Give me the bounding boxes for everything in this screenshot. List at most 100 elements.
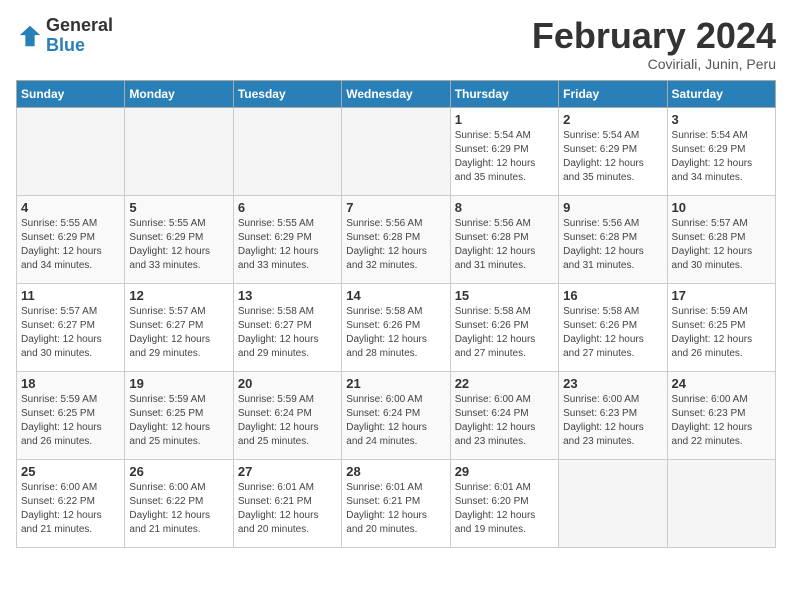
day-number: 20 xyxy=(238,376,337,391)
calendar-table: SundayMondayTuesdayWednesdayThursdayFrid… xyxy=(16,80,776,548)
calendar-cell: 11 Sunrise: 5:57 AM Sunset: 6:27 PM Dayli… xyxy=(17,283,125,371)
calendar-cell: 17 Sunrise: 5:59 AM Sunset: 6:25 PM Dayli… xyxy=(667,283,775,371)
header-cell-tuesday: Tuesday xyxy=(233,80,341,107)
day-number: 29 xyxy=(455,464,554,479)
day-info: Sunrise: 6:00 AM Sunset: 6:24 PM Dayligh… xyxy=(346,393,445,449)
calendar-cell: 2Sunrise: 5:54 AM Sunset: 6:29 PM Daylig… xyxy=(559,107,667,195)
logo: General Blue xyxy=(16,16,113,56)
calendar-cell: 24Sunrise: 6:00 AM Sunset: 6:23 PM Dayli… xyxy=(667,371,775,459)
day-info: Sunrise: 5:58 AM Sunset: 6:27 PM Dayligh… xyxy=(238,305,337,361)
day-number: 6 xyxy=(238,200,337,215)
header-row: SundayMondayTuesdayWednesdayThursdayFrid… xyxy=(17,80,776,107)
header-cell-friday: Friday xyxy=(559,80,667,107)
calendar-cell: 29 Sunrise: 6:01 AM Sunset: 6:20 PM Dayli… xyxy=(450,459,558,547)
day-number: 17 xyxy=(672,288,771,303)
day-number: 16 xyxy=(563,288,662,303)
day-info: Sunrise: 5:59 AM Sunset: 6:25 PM Dayligh… xyxy=(129,393,228,449)
calendar-cell: 18 Sunrise: 5:59 AM Sunset: 6:25 PM Dayli… xyxy=(17,371,125,459)
day-info: Sunrise: 5:57 AM Sunset: 6:27 PM Dayligh… xyxy=(21,305,120,361)
calendar-cell: 23 Sunrise: 6:00 AM Sunset: 6:23 PM Dayli… xyxy=(559,371,667,459)
header-cell-thursday: Thursday xyxy=(450,80,558,107)
header-cell-sunday: Sunday xyxy=(17,80,125,107)
calendar-cell: 20Sunrise: 5:59 AM Sunset: 6:24 PM Dayli… xyxy=(233,371,341,459)
calendar-cell xyxy=(559,459,667,547)
day-number: 12 xyxy=(129,288,228,303)
page-header: General Blue February 2024 Coviriali, Ju… xyxy=(16,16,776,72)
day-info: Sunrise: 5:55 AM Sunset: 6:29 PM Dayligh… xyxy=(238,217,337,273)
day-info: Sunrise: 6:01 AM Sunset: 6:20 PM Dayligh… xyxy=(455,481,554,537)
day-info: Sunrise: 5:55 AM Sunset: 6:29 PM Dayligh… xyxy=(129,217,228,273)
day-number: 21 xyxy=(346,376,445,391)
day-number: 5 xyxy=(129,200,228,215)
day-info: Sunrise: 5:58 AM Sunset: 6:26 PM Dayligh… xyxy=(346,305,445,361)
day-info: Sunrise: 5:57 AM Sunset: 6:27 PM Dayligh… xyxy=(129,305,228,361)
day-number: 9 xyxy=(563,200,662,215)
day-number: 3 xyxy=(672,112,771,127)
calendar-cell: 21 Sunrise: 6:00 AM Sunset: 6:24 PM Dayli… xyxy=(342,371,450,459)
day-number: 10 xyxy=(672,200,771,215)
calendar-week-row: 11 Sunrise: 5:57 AM Sunset: 6:27 PM Dayli… xyxy=(17,283,776,371)
day-info: Sunrise: 5:55 AM Sunset: 6:29 PM Dayligh… xyxy=(21,217,120,273)
calendar-cell: 1 Sunrise: 5:54 AM Sunset: 6:29 PM Daylig… xyxy=(450,107,558,195)
calendar-cell: 6 Sunrise: 5:55 AM Sunset: 6:29 PM Daylig… xyxy=(233,195,341,283)
day-number: 11 xyxy=(21,288,120,303)
calendar-cell: 27Sunrise: 6:01 AM Sunset: 6:21 PM Dayli… xyxy=(233,459,341,547)
logo-blue-text: Blue xyxy=(46,35,85,55)
day-info: Sunrise: 6:01 AM Sunset: 6:21 PM Dayligh… xyxy=(346,481,445,537)
day-number: 24 xyxy=(672,376,771,391)
calendar-cell: 28 Sunrise: 6:01 AM Sunset: 6:21 PM Dayli… xyxy=(342,459,450,547)
day-number: 18 xyxy=(21,376,120,391)
calendar-cell: 3 Sunrise: 5:54 AM Sunset: 6:29 PM Daylig… xyxy=(667,107,775,195)
calendar-cell: 12 Sunrise: 5:57 AM Sunset: 6:27 PM Dayli… xyxy=(125,283,233,371)
day-info: Sunrise: 5:59 AM Sunset: 6:25 PM Dayligh… xyxy=(672,305,771,361)
calendar-cell: 5 Sunrise: 5:55 AM Sunset: 6:29 PM Daylig… xyxy=(125,195,233,283)
day-number: 2 xyxy=(563,112,662,127)
calendar-cell xyxy=(342,107,450,195)
calendar-cell: 14Sunrise: 5:58 AM Sunset: 6:26 PM Dayli… xyxy=(342,283,450,371)
calendar-week-row: 25 Sunrise: 6:00 AM Sunset: 6:22 PM Dayli… xyxy=(17,459,776,547)
day-number: 19 xyxy=(129,376,228,391)
header-cell-wednesday: Wednesday xyxy=(342,80,450,107)
day-number: 22 xyxy=(455,376,554,391)
calendar-cell xyxy=(17,107,125,195)
day-info: Sunrise: 6:00 AM Sunset: 6:23 PM Dayligh… xyxy=(563,393,662,449)
calendar-cell: 25 Sunrise: 6:00 AM Sunset: 6:22 PM Dayli… xyxy=(17,459,125,547)
day-info: Sunrise: 5:58 AM Sunset: 6:26 PM Dayligh… xyxy=(563,305,662,361)
calendar-week-row: 4 Sunrise: 5:55 AM Sunset: 6:29 PM Daylig… xyxy=(17,195,776,283)
day-number: 4 xyxy=(21,200,120,215)
calendar-body: 1 Sunrise: 5:54 AM Sunset: 6:29 PM Daylig… xyxy=(17,107,776,547)
day-number: 25 xyxy=(21,464,120,479)
calendar-cell: 22 Sunrise: 6:00 AM Sunset: 6:24 PM Dayli… xyxy=(450,371,558,459)
calendar-cell: 19 Sunrise: 5:59 AM Sunset: 6:25 PM Dayli… xyxy=(125,371,233,459)
day-number: 13 xyxy=(238,288,337,303)
calendar-cell: 10Sunrise: 5:57 AM Sunset: 6:28 PM Dayli… xyxy=(667,195,775,283)
day-number: 1 xyxy=(455,112,554,127)
day-info: Sunrise: 5:54 AM Sunset: 6:29 PM Dayligh… xyxy=(455,129,554,185)
calendar-cell: 9 Sunrise: 5:56 AM Sunset: 6:28 PM Daylig… xyxy=(559,195,667,283)
logo-general-text: General xyxy=(46,15,113,35)
day-number: 26 xyxy=(129,464,228,479)
header-cell-saturday: Saturday xyxy=(667,80,775,107)
calendar-cell xyxy=(233,107,341,195)
day-info: Sunrise: 5:56 AM Sunset: 6:28 PM Dayligh… xyxy=(346,217,445,273)
day-number: 28 xyxy=(346,464,445,479)
calendar-cell: 15Sunrise: 5:58 AM Sunset: 6:26 PM Dayli… xyxy=(450,283,558,371)
day-info: Sunrise: 6:00 AM Sunset: 6:24 PM Dayligh… xyxy=(455,393,554,449)
logo-icon xyxy=(16,22,44,50)
day-info: Sunrise: 6:00 AM Sunset: 6:22 PM Dayligh… xyxy=(21,481,120,537)
calendar-week-row: 18 Sunrise: 5:59 AM Sunset: 6:25 PM Dayli… xyxy=(17,371,776,459)
day-info: Sunrise: 5:56 AM Sunset: 6:28 PM Dayligh… xyxy=(563,217,662,273)
day-info: Sunrise: 5:56 AM Sunset: 6:28 PM Dayligh… xyxy=(455,217,554,273)
day-info: Sunrise: 5:54 AM Sunset: 6:29 PM Dayligh… xyxy=(672,129,771,185)
header-cell-monday: Monday xyxy=(125,80,233,107)
day-number: 27 xyxy=(238,464,337,479)
calendar-week-row: 1 Sunrise: 5:54 AM Sunset: 6:29 PM Daylig… xyxy=(17,107,776,195)
day-number: 23 xyxy=(563,376,662,391)
day-info: Sunrise: 5:59 AM Sunset: 6:25 PM Dayligh… xyxy=(21,393,120,449)
calendar-cell: 13 Sunrise: 5:58 AM Sunset: 6:27 PM Dayli… xyxy=(233,283,341,371)
month-title: February 2024 xyxy=(532,16,776,56)
calendar-cell xyxy=(125,107,233,195)
calendar-cell: 8Sunrise: 5:56 AM Sunset: 6:28 PM Daylig… xyxy=(450,195,558,283)
calendar-cell: 4 Sunrise: 5:55 AM Sunset: 6:29 PM Daylig… xyxy=(17,195,125,283)
calendar-header: SundayMondayTuesdayWednesdayThursdayFrid… xyxy=(17,80,776,107)
